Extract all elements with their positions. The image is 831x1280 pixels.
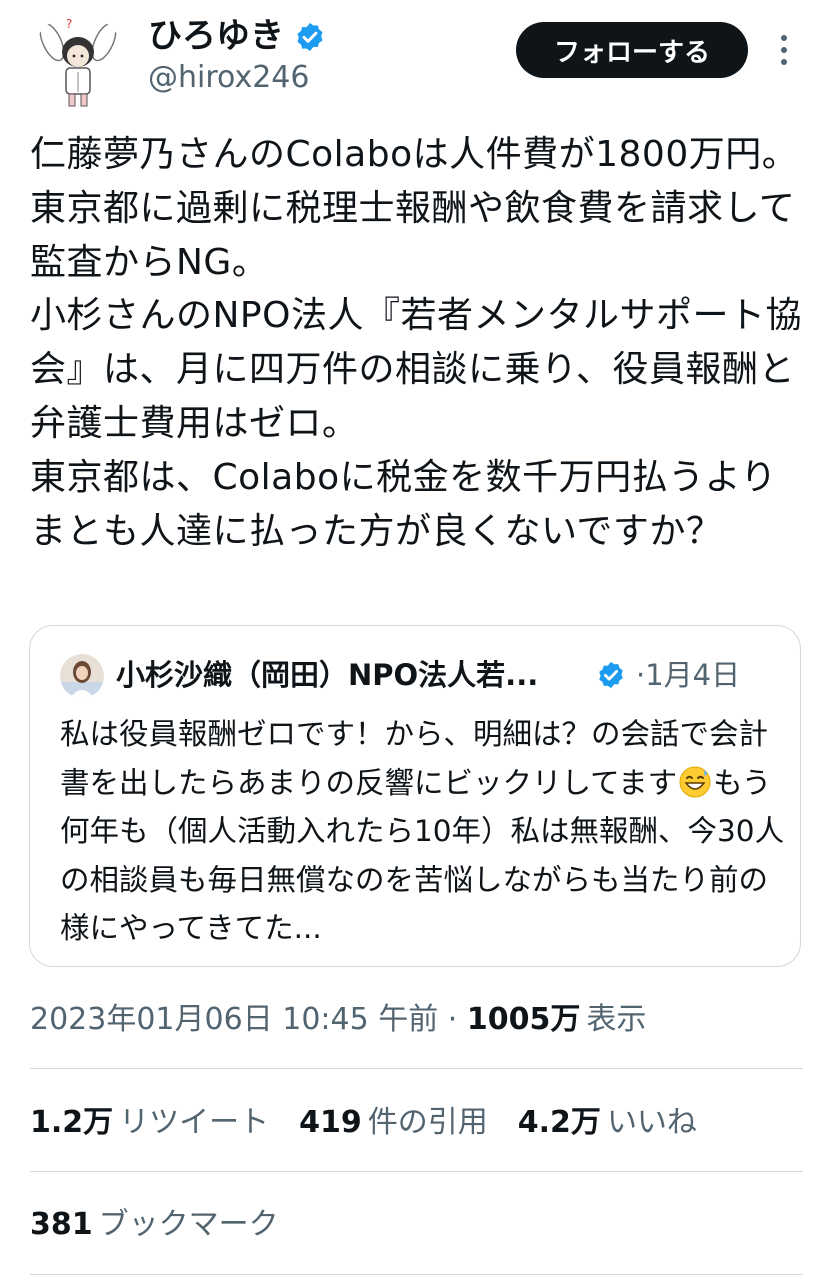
tweet-header: ? ひろゆき @hirox246 フォローする (0, 0, 831, 115)
more-vertical-icon[interactable] (772, 30, 796, 70)
quoted-author-avatar[interactable] (60, 654, 104, 698)
views-label: 表示 (586, 1002, 647, 1037)
bookmarks-count: 381 (30, 1207, 93, 1242)
tweet-meta: 2023年01月06日 10:45 午前 · 1005万 表示 (30, 996, 646, 1044)
author-name-text[interactable]: ひろゆき (148, 14, 284, 58)
quoted-text-before-emoji: 私は役員報酬ゼロです！から、明細は？の会話で会計書を出したらあまりの反響にビック… (60, 717, 769, 800)
bookmarks-label: ブックマーク (98, 1207, 279, 1242)
engagement-stats: 1.2万 リツイート 419 件の引用 4.2万 いいね (30, 1098, 727, 1148)
views-count: 1005万 (466, 1002, 581, 1037)
meta-separator: · (438, 1002, 467, 1037)
quoted-tweet-card[interactable]: 小杉沙織（岡田）NPO法人若... ·1月4日 私は役員報酬ゼロです！から、明細… (29, 625, 801, 967)
author-display-name[interactable]: ひろゆき (148, 14, 326, 58)
quoted-author-name[interactable]: 小杉沙織（岡田）NPO法人若... (116, 652, 538, 698)
bookmarks-stat[interactable]: 381 ブックマーク (30, 1200, 279, 1250)
quoted-verified-badge-icon (596, 660, 626, 690)
divider (30, 1171, 803, 1172)
retweets-label: リツイート (119, 1105, 270, 1140)
verified-badge-icon (294, 20, 326, 52)
quotes-count: 419 (299, 1105, 362, 1140)
quoted-date-text[interactable]: 1月4日 (645, 658, 740, 692)
retweets-stat[interactable]: 1.2万 リツイート (30, 1098, 269, 1148)
likes-label: いいね (606, 1105, 697, 1140)
tweet-timestamp[interactable]: 2023年01月06日 10:45 午前 (30, 1002, 438, 1037)
author-avatar[interactable]: ? (30, 14, 126, 110)
retweets-count: 1.2万 (30, 1105, 114, 1140)
quotes-stat[interactable]: 419 件の引用 (299, 1098, 488, 1148)
quotes-label: 件の引用 (367, 1105, 488, 1140)
quoted-tweet-date[interactable]: ·1月4日 (636, 652, 740, 698)
likes-count: 4.2万 (517, 1105, 601, 1140)
divider (30, 1274, 803, 1275)
svg-text:?: ? (66, 17, 72, 31)
quoted-tweet-text: 私は役員報酬ゼロです！から、明細は？の会話で会計書を出したらあまりの反響にビック… (60, 710, 790, 953)
author-handle[interactable]: @hirox246 (148, 58, 309, 98)
follow-button[interactable]: フォローする (516, 22, 748, 78)
grinning-sweat-emoji-icon (678, 765, 712, 799)
likes-stat[interactable]: 4.2万 いいね (518, 1098, 697, 1148)
divider (30, 1068, 803, 1069)
tweet-body-text: 仁藤夢乃さんのColaboは人件費が1800万円。東京都に過剰に税理士報酬や飲食… (30, 134, 802, 552)
quoted-date-separator: · (636, 658, 646, 692)
